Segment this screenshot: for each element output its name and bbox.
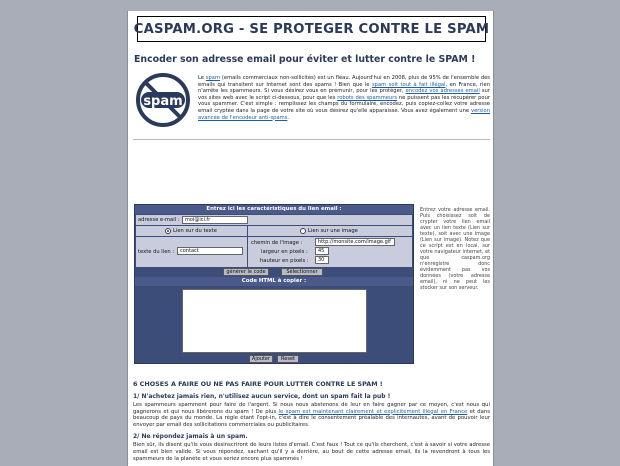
- encode-email-link[interactable]: encodez vos adresses email: [406, 88, 480, 94]
- divider: [133, 139, 490, 140]
- width-input[interactable]: 45: [315, 247, 329, 255]
- width-label: largeur en pixels :: [261, 249, 308, 255]
- link-text-label: texte du lien :: [138, 249, 175, 255]
- image-path-input[interactable]: http://monsite.com/image.gif: [315, 238, 395, 246]
- intro-text: .: [287, 114, 290, 121]
- logo-text: spam: [143, 94, 182, 109]
- encoder-form: Entrez ici les caractéristiques du lien …: [134, 204, 414, 364]
- email-input[interactable]: moi@ici.fr: [182, 216, 248, 224]
- radio-text-label: Lien sur du texte: [173, 228, 217, 234]
- radio-image-link[interactable]: [300, 228, 306, 234]
- link-text-input[interactable]: contact: [177, 247, 243, 255]
- reset-button[interactable]: Reset: [277, 355, 299, 363]
- spam-link[interactable]: spam: [206, 75, 220, 81]
- height-input[interactable]: 30: [315, 256, 329, 264]
- image-path-label: chemin de l'image :: [251, 240, 303, 246]
- spam-illegal-france-link[interactable]: le spam est maintenant clairement et exp…: [279, 409, 468, 415]
- section-2-text: Bien sûr, ils disent qu'ils vous desinsc…: [133, 442, 490, 462]
- section-2-title: 2/ Ne répondez jamais à un spam.: [133, 433, 248, 441]
- spam-illegal-link[interactable]: spam soit tout à fait illégal: [372, 82, 446, 88]
- site-banner[interactable]: CASPAM.ORG - SE PROTEGER CONTRE LE SPAM: [134, 16, 489, 42]
- site-title: CASPAM.ORG - SE PROTEGER CONTRE LE SPAM: [133, 21, 490, 37]
- intro-paragraph: Le spam (emails commerciaux non-sollicit…: [198, 75, 490, 121]
- side-help-text: Entrez votre adresse email. Puis choisis…: [420, 207, 490, 291]
- code-output-textarea[interactable]: [182, 289, 367, 353]
- section-1-title: 1/ N'achetez jamais rien, n'utilisez auc…: [133, 393, 391, 400]
- form-header: Entrez ici les caractéristiques du lien …: [135, 205, 413, 214]
- page-container: CASPAM.ORG - SE PROTEGER CONTRE LE SPAM …: [127, 11, 494, 466]
- spam-robots-link[interactable]: robots des spammeurs: [337, 95, 397, 101]
- radio-image-label: Lien sur une image: [308, 228, 358, 234]
- select-code-button[interactable]: Sélectionner: [281, 268, 323, 276]
- radio-text-link[interactable]: [165, 228, 171, 234]
- intro-text: Le: [198, 75, 206, 81]
- article-title: 6 CHOSES A FAIRE OU NE PAS FAIRE POUR LU…: [133, 380, 383, 388]
- no-spam-icon: spam: [135, 72, 191, 128]
- erase-button[interactable]: Ajouter: [249, 355, 273, 363]
- code-header: Code HTML à copier :: [135, 277, 413, 286]
- tips-article: 6 CHOSES A FAIRE OU NE PAS FAIRE POUR LU…: [133, 380, 490, 462]
- generate-code-button[interactable]: générer le code: [223, 268, 269, 276]
- email-label: adresse e-mail :: [138, 217, 180, 223]
- section-1-text: Les spammeurs spamment pour faire de l'a…: [133, 402, 490, 428]
- height-label: hauteur en pixels :: [260, 258, 309, 264]
- page-headline: Encoder son adresse email pour éviter et…: [134, 54, 476, 65]
